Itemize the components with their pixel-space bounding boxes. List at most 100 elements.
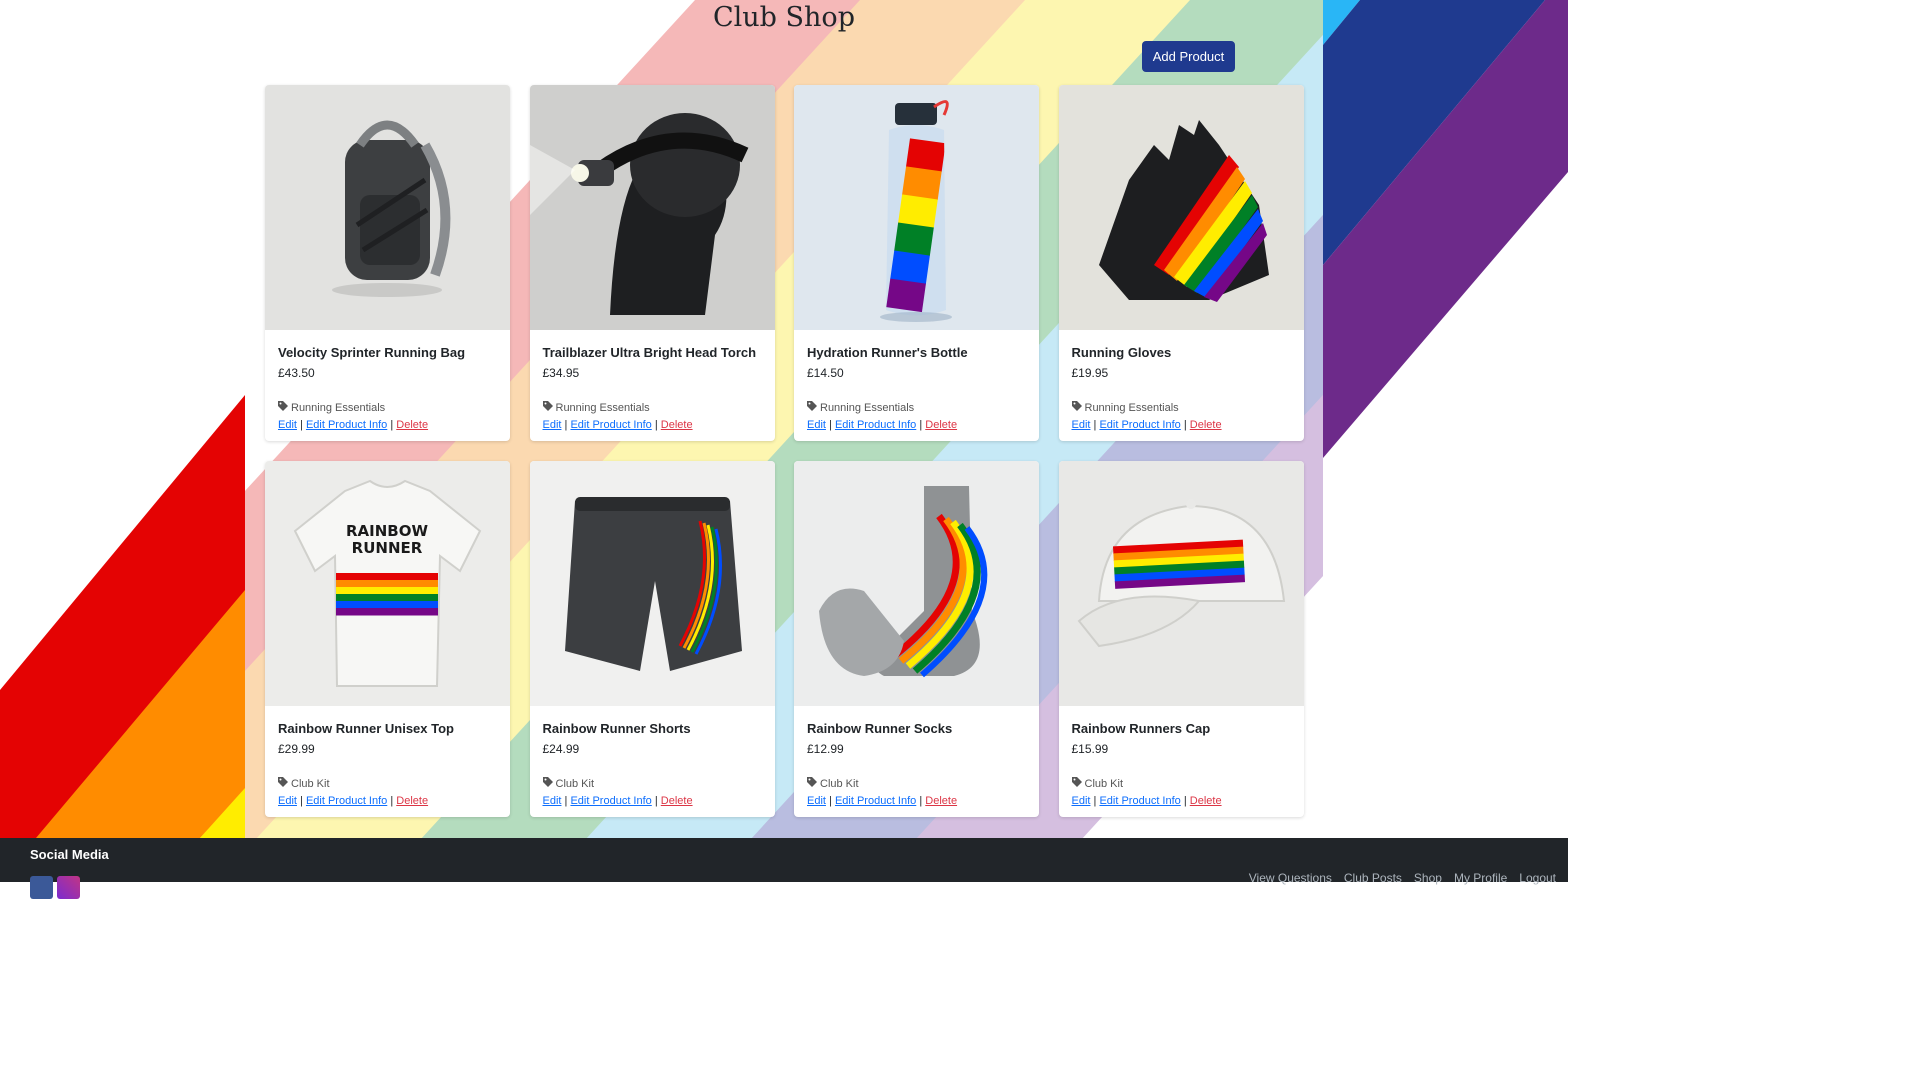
footer: Social Media View Questions Club Posts S… (0, 838, 1568, 899)
separator: | (390, 795, 394, 807)
tag-icon (542, 401, 553, 414)
product-grid: Velocity Sprinter Running Bag £43.50 Run… (265, 85, 1304, 817)
product-name: Rainbow Runner Shorts (542, 721, 691, 736)
category-label: Club Kit (1084, 777, 1124, 790)
product-card: Rainbow Runners Cap £15.99 Club Kit Edit… (1058, 461, 1304, 817)
product-image[interactable] (529, 461, 775, 706)
product-image[interactable] (265, 85, 510, 330)
card-body: Rainbow Runners Cap £15.99 Club Kit Edit… (1071, 706, 1294, 817)
product-name: Running Gloves (1071, 345, 1172, 360)
card-body: Rainbow Runner Shorts £24.99 Club Kit Ed… (542, 706, 765, 817)
product-image[interactable] (794, 461, 1039, 706)
separator: | (829, 419, 832, 431)
tag-icon (278, 777, 288, 790)
product-image[interactable]: RAINBOW RUNNER (265, 461, 510, 706)
product-image[interactable] (1058, 85, 1304, 330)
product-card: Rainbow Runner Shorts £24.99 Club Kit Ed… (529, 461, 775, 817)
category-label: Running Essentials (820, 401, 915, 414)
nav-my-profile[interactable]: My Profile (1454, 871, 1507, 885)
product-name: Hydration Runner's Bottle (807, 345, 968, 360)
edit-link[interactable]: Edit (1072, 419, 1091, 431)
social-media-heading: Social Media (30, 847, 109, 862)
category-label: Running Essentials (555, 401, 650, 414)
product-image[interactable] (1058, 461, 1304, 706)
category-label: Running Essentials (1084, 401, 1179, 414)
product-card: Velocity Sprinter Running Bag £43.50 Run… (265, 85, 510, 441)
card-body: Rainbow Runner Socks £12.99 Club Kit Edi… (807, 706, 1029, 817)
delete-link[interactable]: Delete (661, 419, 693, 431)
edit-link[interactable]: Edit (278, 419, 297, 431)
product-price: £12.99 (807, 742, 844, 756)
svg-text:RUNNER: RUNNER (352, 539, 423, 557)
edit-product-info-link[interactable]: Edit Product Info (306, 795, 387, 807)
separator: | (1183, 419, 1187, 431)
edit-product-info-link[interactable]: Edit Product Info (1099, 795, 1180, 807)
product-image[interactable] (529, 85, 775, 330)
tag-icon (807, 401, 817, 414)
separator: | (919, 795, 923, 807)
card-actions: Edit | Edit Product Info | Delete (807, 419, 957, 431)
edit-link[interactable]: Edit (1072, 795, 1091, 807)
separator: | (829, 795, 832, 807)
delete-link[interactable]: Delete (396, 795, 428, 807)
edit-product-info-link[interactable]: Edit Product Info (570, 419, 651, 431)
category-label: Club Kit (291, 777, 330, 790)
product-category: Club Kit (542, 777, 594, 790)
card-actions: Edit | Edit Product Info | Delete (807, 795, 957, 807)
edit-product-info-link[interactable]: Edit Product Info (835, 795, 916, 807)
delete-link[interactable]: Delete (1190, 795, 1222, 807)
nav-club-posts[interactable]: Club Posts (1344, 871, 1402, 885)
delete-link[interactable]: Delete (661, 795, 693, 807)
card-body: Hydration Runner's Bottle £14.50 Running… (807, 330, 1029, 441)
delete-link[interactable]: Delete (925, 419, 957, 431)
separator: | (919, 419, 923, 431)
edit-link[interactable]: Edit (807, 795, 826, 807)
edit-product-info-link[interactable]: Edit Product Info (570, 795, 651, 807)
product-price: £15.99 (1071, 742, 1109, 756)
product-name: Rainbow Runner Unisex Top (278, 721, 454, 736)
delete-link[interactable]: Delete (925, 795, 957, 807)
card-actions: Edit | Edit Product Info | Delete (1072, 795, 1222, 807)
separator: | (654, 419, 658, 431)
card-body: Rainbow Runner Unisex Top £29.99 Club Ki… (278, 706, 500, 817)
separator: | (1093, 795, 1097, 807)
nav-logout[interactable]: Logout (1519, 871, 1556, 885)
tag-icon (1071, 777, 1082, 790)
product-price: £24.99 (542, 742, 580, 756)
separator: | (300, 795, 303, 807)
edit-link[interactable]: Edit (543, 419, 562, 431)
edit-link[interactable]: Edit (278, 795, 297, 807)
delete-link[interactable]: Delete (396, 419, 428, 431)
card-actions: Edit | Edit Product Info | Delete (543, 795, 693, 807)
product-category: Running Essentials (1071, 401, 1179, 414)
card-actions: Edit | Edit Product Info | Delete (543, 419, 693, 431)
delete-link[interactable]: Delete (1190, 419, 1222, 431)
separator: | (564, 419, 568, 431)
product-card: Trailblazer Ultra Bright Head Torch £34.… (529, 85, 775, 441)
tag-icon (542, 777, 553, 790)
separator: | (1093, 419, 1097, 431)
separator: | (654, 795, 658, 807)
edit-product-info-link[interactable]: Edit Product Info (306, 419, 387, 431)
product-price: £29.99 (278, 742, 315, 756)
add-product-button[interactable]: Add Product (1142, 41, 1235, 72)
product-category: Running Essentials (807, 401, 914, 414)
footer-nav: View Questions Club Posts Shop My Profil… (1249, 871, 1556, 885)
product-name: Velocity Sprinter Running Bag (278, 345, 466, 360)
separator: | (300, 419, 303, 431)
product-image[interactable] (794, 85, 1039, 330)
edit-link[interactable]: Edit (543, 795, 562, 807)
facebook-icon[interactable] (30, 876, 53, 899)
nav-view-questions[interactable]: View Questions (1249, 871, 1332, 885)
card-actions: Edit | Edit Product Info | Delete (1072, 419, 1222, 431)
edit-product-info-link[interactable]: Edit Product Info (1099, 419, 1180, 431)
tag-icon (1071, 401, 1082, 414)
product-name: Trailblazer Ultra Bright Head Torch (542, 345, 757, 360)
product-name: Rainbow Runners Cap (1071, 721, 1211, 736)
edit-link[interactable]: Edit (807, 419, 826, 431)
product-price: £14.50 (807, 366, 844, 380)
nav-shop[interactable]: Shop (1414, 871, 1442, 885)
instagram-icon[interactable] (57, 876, 80, 899)
product-card: Running Gloves £19.95 Running Essentials… (1058, 85, 1304, 441)
edit-product-info-link[interactable]: Edit Product Info (835, 419, 916, 431)
